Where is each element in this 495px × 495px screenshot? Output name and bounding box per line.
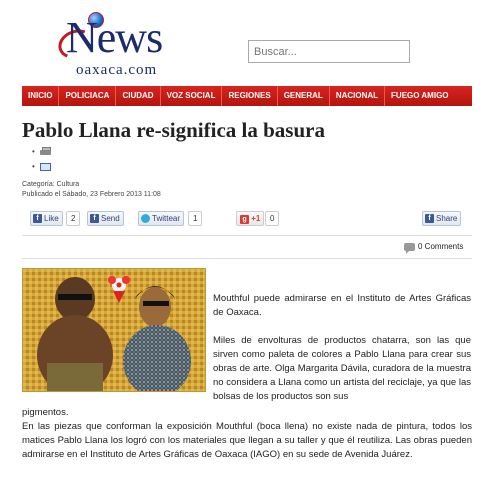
facebook-like-button[interactable]: f Like [30, 211, 63, 226]
email-row: • [32, 159, 51, 174]
nav-item-fuego-amigo[interactable]: FUEGO AMIGO [385, 86, 454, 106]
comments-label: 0 Comments [418, 242, 464, 251]
article-date: Publicado el Sábado, 23 Febrero 2013 11:… [22, 191, 161, 198]
nav-item-regiones[interactable]: REGIONES [222, 86, 278, 106]
article-tools: • • [32, 144, 51, 174]
share-label: Share [436, 214, 458, 223]
nav-item-nacional[interactable]: NACIONAL [330, 86, 386, 106]
article-meta: Categoría: Cultura Publicado el Sábado, … [22, 180, 161, 200]
search-input[interactable] [248, 40, 410, 63]
gplus-count: 0 [265, 211, 280, 226]
tweet-button[interactable]: Twittear [138, 211, 185, 226]
site-logo[interactable]: News oaxaca.com [54, 12, 178, 82]
facebook-icon: f [90, 214, 99, 223]
facebook-send-button[interactable]: f Send [87, 211, 124, 226]
comments-link[interactable]: 0 Comments [404, 242, 464, 254]
paragraph: En las piezas que conforman la exposició… [22, 421, 472, 460]
bullet: • [32, 162, 35, 171]
tweet-label: Twittear [152, 214, 181, 223]
main-nav: INICIO POLICIACA CIUDAD VOZ SOCIAL REGIO… [22, 86, 472, 106]
divider [22, 258, 472, 259]
artwork-image [23, 269, 205, 391]
nav-item-policiaca[interactable]: POLICIACA [59, 86, 117, 106]
facebook-icon: f [425, 214, 434, 223]
paragraph: pigmentos. [22, 407, 69, 418]
logo-text: News [66, 13, 163, 62]
gplus-label: +1 [251, 214, 261, 223]
printer-icon[interactable] [40, 147, 51, 156]
print-row: • [32, 144, 51, 159]
like-label: Like [44, 214, 59, 223]
article-photo [22, 268, 206, 392]
paragraph: Mouthful puede admirarse en el Instituto… [213, 293, 471, 318]
site-header: News oaxaca.com [0, 0, 495, 86]
facebook-share-button[interactable]: f Share [422, 211, 462, 226]
nav-item-inicio[interactable]: INICIO [22, 86, 60, 106]
divider [22, 235, 472, 236]
paragraph: Miles de envolturas de productos chatarr… [213, 335, 471, 402]
social-bar: f Like 2 f Send Twittear 1 g +1 0 f Shar… [30, 211, 462, 229]
comment-icon [404, 242, 415, 254]
send-label: Send [101, 214, 120, 223]
nav-item-general[interactable]: GENERAL [278, 86, 330, 106]
nav-item-voz-social[interactable]: VOZ SOCIAL [161, 86, 223, 106]
logo-subtext: oaxaca.com [76, 62, 158, 78]
facebook-icon: f [33, 214, 42, 223]
article-category: Categoría: Cultura [22, 181, 80, 188]
bullet: • [32, 147, 35, 156]
google-plus-icon: g [240, 215, 249, 224]
twitter-icon [141, 214, 150, 223]
nav-item-ciudad[interactable]: CIUDAD [116, 86, 161, 106]
like-count: 2 [66, 211, 81, 226]
tweet-count: 1 [188, 211, 203, 226]
email-icon[interactable] [40, 162, 51, 171]
article-title: Pablo Llana re-significa la basura [22, 118, 325, 142]
google-plus-button[interactable]: g +1 [236, 211, 265, 226]
